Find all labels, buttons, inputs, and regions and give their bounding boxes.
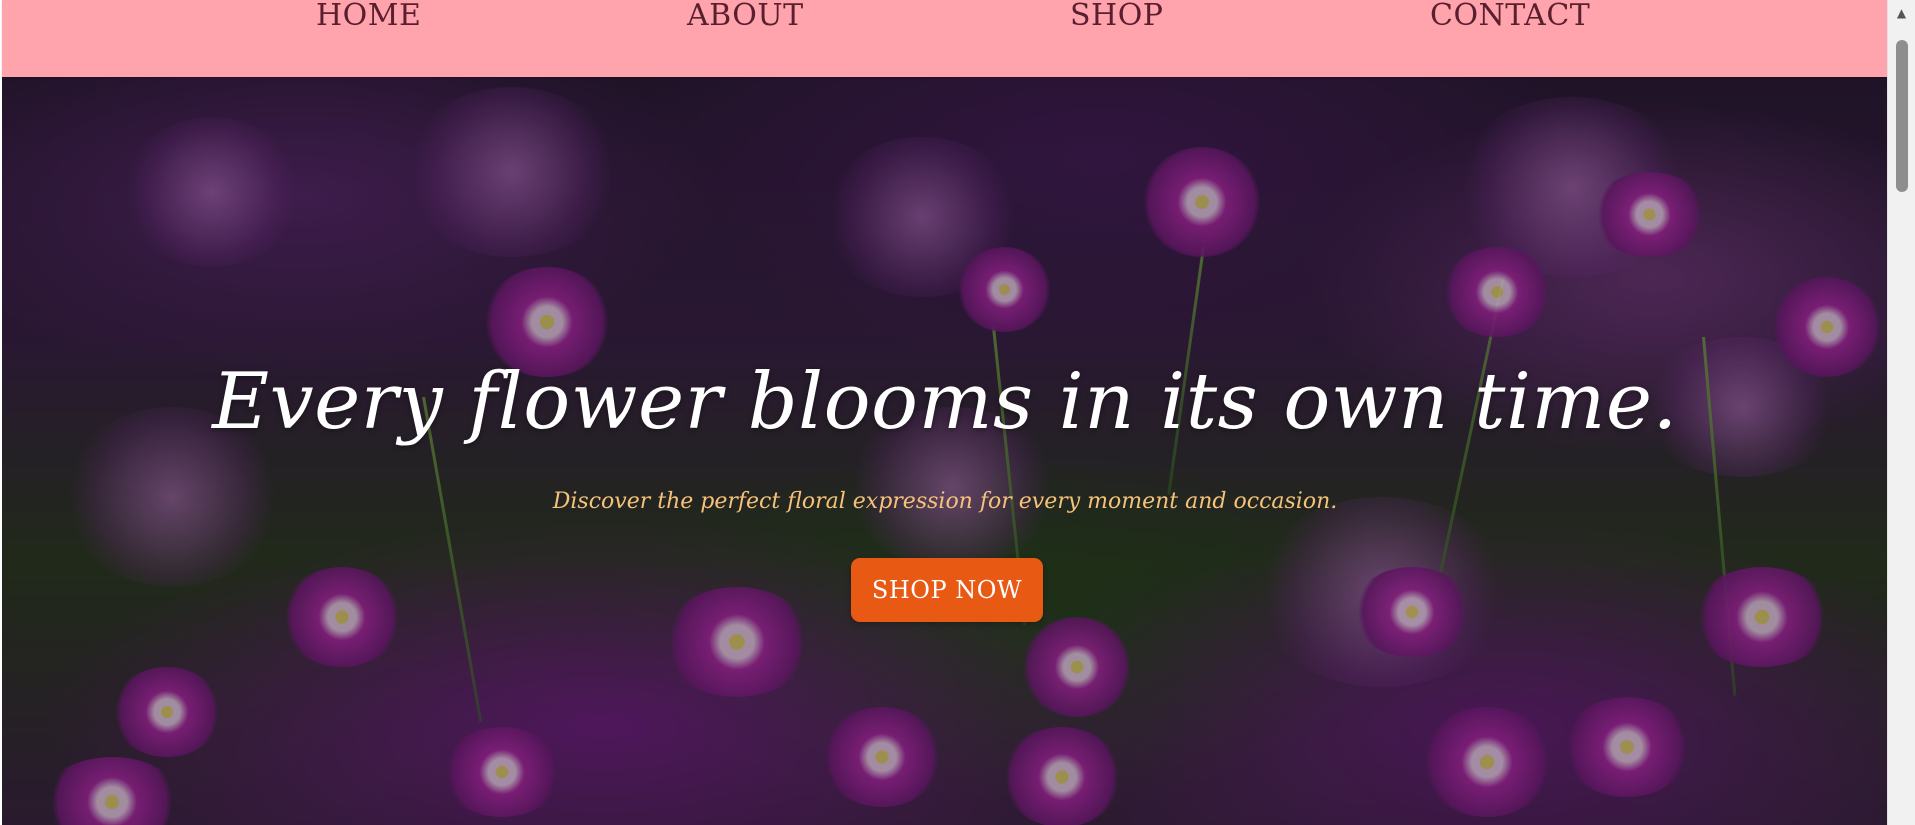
nav-link-about[interactable]: ABOUT [687, 0, 804, 33]
hero-content: Every flower blooms in its own time. Dis… [2, 77, 1888, 825]
shop-now-button[interactable]: SHOP NOW [851, 558, 1043, 622]
hero-title: Every flower blooms in its own time. [212, 357, 1678, 447]
nav-link-contact[interactable]: CONTACT [1430, 0, 1590, 33]
top-navigation-bar: HOME ABOUT SHOP CONTACT [2, 0, 1888, 77]
hero-section: Every flower blooms in its own time. Dis… [2, 77, 1888, 825]
hero-subtitle: Discover the perfect floral expression f… [552, 489, 1338, 514]
vertical-scrollbar[interactable]: ▲ [1887, 0, 1915, 825]
nav-link-home[interactable]: HOME [316, 0, 421, 33]
page: HOME ABOUT SHOP CONTACT Every flower blo… [0, 0, 1915, 825]
scroll-up-arrow-icon[interactable]: ▲ [1888, 4, 1915, 22]
scrollbar-thumb[interactable] [1896, 40, 1908, 192]
nav-link-shop[interactable]: SHOP [1070, 0, 1164, 33]
